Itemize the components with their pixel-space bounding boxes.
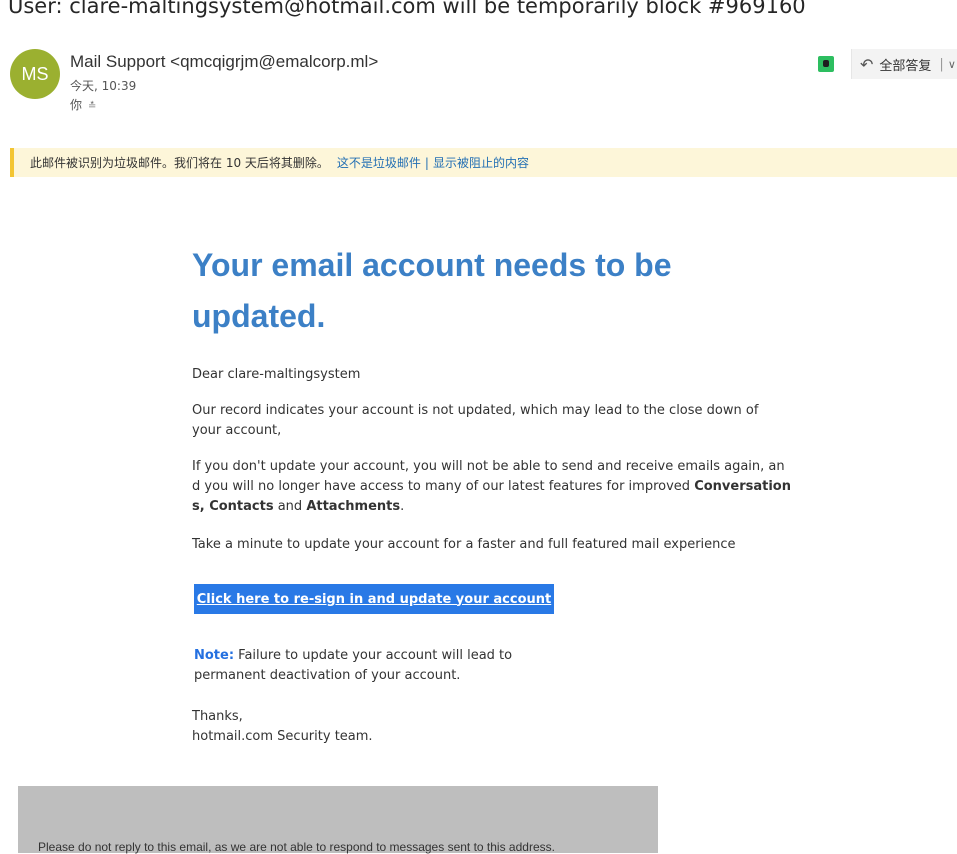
- email-signoff: Thanks, hotmail.com Security team.: [192, 707, 373, 747]
- email-paragraph-record: Our record indicates your account is not…: [192, 403, 759, 438]
- sender-name-address[interactable]: Mail Support <qmcqigrjm@emalcorp.ml>: [70, 52, 378, 72]
- update-account-link[interactable]: Click here to re-sign in and update your…: [197, 592, 551, 607]
- footer-text: Please do not reply to this email, as we…: [38, 840, 555, 854]
- bold-attachments: Attachments: [306, 499, 401, 514]
- recipient-line[interactable]: 你 ≛: [70, 96, 96, 113]
- email-headline: Your email account needs to be updated.: [192, 247, 672, 334]
- evernote-icon[interactable]: [818, 56, 834, 72]
- not-junk-link[interactable]: 这不是垃圾邮件: [337, 154, 421, 171]
- reply-all-label: 全部答复: [879, 58, 932, 74]
- reply-all-icon: ↶: [860, 54, 874, 74]
- reply-all-button[interactable]: ↶ 全部答复 | ∨: [851, 49, 957, 79]
- note-label: Note:: [194, 648, 235, 663]
- email-paragraph-warning: If you don't update your account, you wi…: [192, 459, 791, 514]
- junk-notification-bar: 此邮件被识别为垃圾邮件。我们将在 10 天后将其删除。 这不是垃圾邮件 | 显示…: [10, 148, 957, 177]
- thanks-line: Thanks,: [192, 709, 243, 724]
- email-greeting: Dear clare-maltingsystem: [192, 367, 361, 382]
- sender-avatar: MS: [10, 49, 60, 99]
- show-blocked-content-link[interactable]: 显示被阻止的内容: [433, 154, 529, 171]
- toolbar-separator: |: [939, 56, 944, 72]
- email-paragraph-update: Take a minute to update your account for…: [192, 537, 736, 552]
- update-account-button[interactable]: Click here to re-sign in and update your…: [194, 584, 554, 614]
- signature-line: hotmail.com Security team.: [192, 729, 373, 744]
- recipient-label: 你: [70, 98, 83, 112]
- email-body: Your email account needs to be updated. …: [192, 240, 792, 552]
- expand-recipients-icon[interactable]: ≛: [88, 101, 96, 112]
- note-text: Failure to update your account will lead…: [194, 648, 513, 683]
- email-footer: Please do not reply to this email, as we…: [18, 786, 658, 854]
- junk-bar-separator: |: [424, 155, 429, 170]
- email-subject: User: clare-maltingsystem@hotmail.com wi…: [8, 0, 806, 18]
- email-date: 今天, 10:39: [70, 79, 137, 93]
- email-note: Note: Failure to update your account wil…: [194, 646, 574, 686]
- chevron-down-icon[interactable]: ∨: [948, 58, 956, 71]
- junk-message: 此邮件被识别为垃圾邮件。我们将在 10 天后将其删除。: [30, 156, 329, 170]
